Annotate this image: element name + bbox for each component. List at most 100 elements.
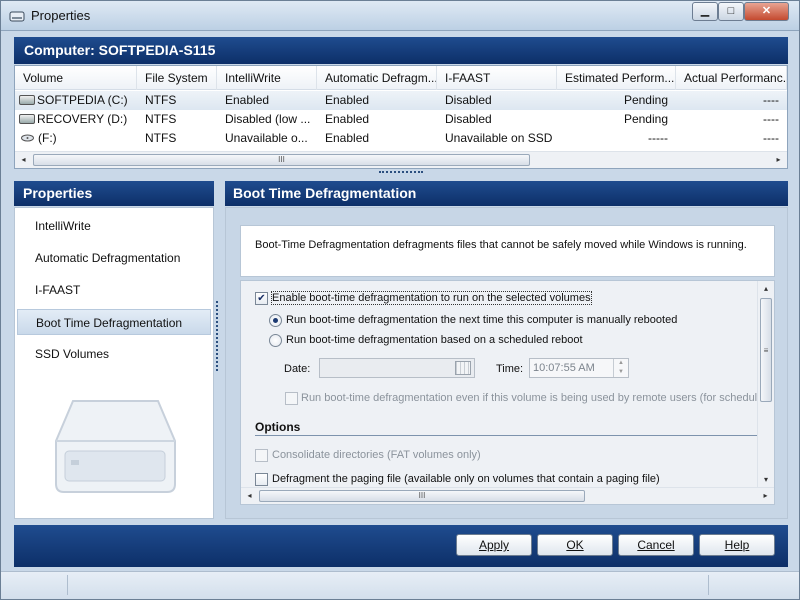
scroll-left-arrow-icon[interactable]: ◂ [15, 152, 32, 168]
options-area: ✔ Enable boot-time defragmentation to ru… [240, 280, 775, 505]
scroll-right-arrow-icon[interactable]: ▸ [770, 152, 787, 168]
hard-drive-icon [19, 114, 35, 124]
options-hscroll-thumb[interactable]: III [259, 490, 585, 502]
col-estimated-performance[interactable]: Estimated Perform... [557, 66, 676, 90]
volume-list[interactable]: Volume File System IntelliWrite Automati… [14, 65, 788, 169]
auto-defrag-cell: Enabled [325, 131, 370, 145]
scroll-right-arrow-icon[interactable]: ▸ [757, 488, 774, 504]
fs-cell: NTFS [145, 93, 177, 107]
nav-item-intelliwrite[interactable]: IntelliWrite [17, 213, 211, 239]
help-button[interactable]: Help [699, 534, 775, 556]
computer-header: Computer: SOFTPEDIA-S115 [14, 37, 788, 64]
options-vscroll-thumb[interactable]: ≡ [760, 298, 772, 402]
nav-item-ifaast[interactable]: I-FAAST [17, 277, 211, 303]
drive-app-icon [9, 11, 25, 22]
col-ifaast[interactable]: I-FAAST [437, 66, 557, 90]
apply-button[interactable]: Apply [456, 534, 532, 556]
cancel-button[interactable]: Cancel [618, 534, 694, 556]
auto-defrag-cell: Enabled [325, 93, 370, 107]
minimize-button[interactable]: ▁ [692, 2, 718, 21]
table-row[interactable]: RECOVERY (D:) NTFS Disabled (low ... Ena… [15, 110, 787, 129]
auto-defrag-cell: Enabled [325, 112, 370, 126]
status-bar [1, 571, 799, 599]
properties-window: Properties ▁ □ ✕ Computer: SOFTPEDIA-S11… [0, 0, 800, 600]
volume-list-hscrollbar[interactable]: ◂ III ▸ [15, 151, 787, 168]
description-box: Boot-Time Defragmentation defragments fi… [240, 225, 775, 277]
scroll-up-arrow-icon[interactable]: ▴ [758, 281, 774, 297]
spin-up-icon: ▲ [618, 360, 624, 366]
radio-scheduled-reboot[interactable] [269, 334, 282, 347]
close-button[interactable]: ✕ [744, 2, 789, 21]
consolidate-label: Consolidate directories (FAT volumes onl… [272, 449, 481, 461]
cd-drive-icon [21, 134, 34, 142]
title-bar[interactable]: Properties ▁ □ ✕ [1, 1, 799, 31]
maximize-button[interactable]: □ [718, 2, 744, 21]
status-separator [708, 575, 709, 595]
enable-boot-time-label[interactable]: Enable boot-time defragmentation to run … [271, 291, 592, 305]
col-actual-performance[interactable]: Actual Performanc... [676, 66, 787, 90]
consolidate-checkbox [255, 449, 268, 462]
remote-users-checkbox [285, 392, 298, 405]
ok-button[interactable]: OK [537, 534, 613, 556]
calendar-icon [455, 361, 471, 375]
options-heading: Options [255, 420, 301, 434]
ifaast-cell: Unavailable on SSD [445, 131, 553, 145]
hard-drive-icon [19, 95, 35, 105]
properties-panel-title: Properties [14, 181, 214, 206]
horizontal-splitter[interactable] [379, 171, 423, 175]
options-divider [255, 435, 757, 436]
nav-item-ssd-volumes[interactable]: SSD Volumes [17, 341, 211, 367]
actual-cell: ---- [763, 93, 779, 107]
col-automatic-defrag[interactable]: Automatic Defragm... [317, 66, 437, 90]
col-file-system[interactable]: File System [137, 66, 217, 90]
fs-cell: NTFS [145, 131, 177, 145]
scroll-left-arrow-icon[interactable]: ◂ [241, 488, 258, 504]
ifaast-cell: Disabled [445, 112, 492, 126]
paging-file-label[interactable]: Defragment the paging file (available on… [272, 473, 660, 485]
volume-cell: SOFTPEDIA (C:) [15, 91, 137, 110]
hard-drive-illustration-icon [55, 400, 176, 493]
table-row[interactable]: (F:) NTFS Unavailable o... Enabled Unava… [15, 129, 787, 148]
radio-next-reboot[interactable] [269, 314, 282, 327]
options-vscrollbar[interactable]: ▴ ≡ ▾ [757, 281, 774, 488]
scroll-thumb[interactable]: III [33, 154, 530, 166]
enable-boot-time-checkbox[interactable]: ✔ [255, 292, 268, 305]
volume-cell: RECOVERY (D:) [15, 110, 137, 129]
estimated-cell: Pending [623, 93, 668, 107]
status-separator [67, 575, 68, 595]
remote-users-label: Run boot-time defragmentation even if th… [301, 392, 759, 404]
intelliwrite-cell: Unavailable o... [225, 131, 308, 145]
scroll-down-arrow-icon[interactable]: ▾ [758, 472, 774, 488]
paging-file-checkbox[interactable] [255, 473, 268, 486]
spin-down-icon: ▼ [618, 369, 624, 375]
time-value: 10:07:55 AM [533, 362, 595, 374]
options-hscrollbar[interactable]: ◂ III ▸ [241, 487, 774, 504]
actual-cell: ---- [763, 112, 779, 126]
fs-cell: NTFS [145, 112, 177, 126]
actual-cell: ---- [763, 131, 779, 145]
description-text: Boot-Time Defragmentation defragments fi… [255, 239, 747, 251]
date-label: Date: [284, 363, 311, 375]
volume-list-header: Volume File System IntelliWrite Automati… [15, 66, 787, 90]
table-row[interactable]: SOFTPEDIA (C:) NTFS Enabled Enabled Disa… [15, 91, 787, 110]
ifaast-cell: Disabled [445, 93, 492, 107]
col-volume[interactable]: Volume [15, 66, 137, 90]
window-title: Properties [31, 8, 91, 23]
volume-cell: (F:) [15, 129, 137, 148]
intelliwrite-cell: Enabled [225, 93, 270, 107]
dialog-footer: Apply OK Cancel Help [14, 525, 788, 567]
nav-item-boot-time-defragmentation[interactable]: Boot Time Defragmentation [17, 309, 211, 335]
time-label: Time: [496, 363, 524, 375]
properties-nav: IntelliWrite Automatic Defragmentation I… [14, 207, 214, 519]
col-intelliwrite[interactable]: IntelliWrite [217, 66, 317, 90]
vertical-splitter[interactable] [216, 301, 219, 371]
time-spinner: ▲ ▼ [613, 359, 628, 377]
estimated-cell: Pending [623, 112, 668, 126]
radio-scheduled-reboot-label[interactable]: Run boot-time defragmentation based on a… [286, 334, 583, 346]
intelliwrite-cell: Disabled (low ... [225, 112, 311, 126]
nav-item-automatic-defragmentation[interactable]: Automatic Defragmentation [17, 245, 211, 271]
section-title: Boot Time Defragmentation [225, 181, 788, 206]
estimated-cell: ----- [648, 131, 668, 145]
radio-next-reboot-label[interactable]: Run boot-time defragmentation the next t… [286, 314, 677, 326]
date-picker [319, 358, 475, 378]
